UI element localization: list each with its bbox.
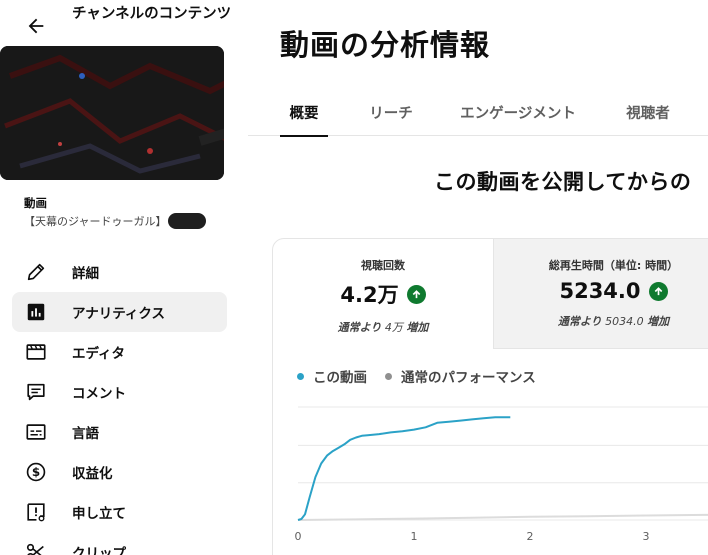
redaction-bar <box>168 213 207 229</box>
back-button[interactable] <box>22 12 50 40</box>
metric-value: 4.2万 <box>340 283 399 307</box>
comparison-prefix: 通常より <box>557 315 602 328</box>
chart-legend: この動画 通常のパフォーマンス <box>297 366 554 386</box>
film-editor-icon <box>24 340 48 364</box>
x-tick-label: 2 <box>527 530 534 543</box>
sidebar-item-label: クリップ <box>72 546 126 555</box>
sidebar-item-label: エディタ <box>72 346 126 362</box>
copyright-claim-icon <box>24 500 48 524</box>
metric-value-row: 4.2万 <box>273 279 493 309</box>
legend-dot <box>385 372 392 380</box>
x-tick-label: 0 <box>295 530 302 543</box>
sidebar-title: チャンネルのコンテンツ <box>72 6 232 22</box>
sidebar-nav: 詳細 アナリティクス エディタ コメント 言語 $ 収益化 申し立て クリップ <box>12 252 227 555</box>
pencil-icon <box>24 260 48 284</box>
metrics-card: 視聴回数 4.2万 通常より 4万 増加 総再生時間（単位: 時間） 5234.… <box>272 238 708 555</box>
metric-label: 総再生時間（単位: 時間） <box>548 259 679 272</box>
tab-reach[interactable]: リーチ <box>360 88 422 136</box>
video-title: 【天幕のジャードゥーガル】 <box>24 215 167 228</box>
metric-label: 視聴回数 <box>361 259 405 272</box>
svg-text:$: $ <box>32 465 40 479</box>
tab-bar: 概要 リーチ エンゲージメント 視聴者 <box>248 88 708 137</box>
sidebar-item-label: アナリティクス <box>72 306 166 322</box>
sidebar-item-editor[interactable]: エディタ <box>12 332 227 372</box>
trend-up-icon <box>406 284 426 304</box>
sidebar-item-clips[interactable]: クリップ <box>12 532 227 555</box>
sidebar-item-label: 言語 <box>72 426 99 442</box>
page-title: 動画の分析情報 <box>280 28 491 62</box>
section-heading: この動画を公開してからの <box>434 170 692 194</box>
legend-item-this-video: この動画 <box>297 366 367 386</box>
metric-value: 5234.0 <box>559 279 641 303</box>
sidebar-item-comments[interactable]: コメント <box>12 372 227 412</box>
legend-label: この動画 <box>313 370 367 386</box>
tab-audience[interactable]: 視聴者 <box>616 88 680 136</box>
sidebar-item-label: 収益化 <box>72 466 113 482</box>
x-tick-label: 3 <box>643 530 650 543</box>
series-line <box>297 513 708 521</box>
sidebar-item-claims[interactable]: 申し立て <box>12 492 227 532</box>
legend-item-typical: 通常のパフォーマンス <box>385 366 536 386</box>
tab-engagement[interactable]: エンゲージメント <box>453 88 583 136</box>
redaction-scribble <box>0 46 224 180</box>
main-panel: 動画の分析情報 概要 リーチ エンゲージメント 視聴者 この動画を公開してからの… <box>248 0 708 555</box>
sidebar-item-label: コメント <box>72 386 126 402</box>
comparison-suffix: 増加 <box>647 315 670 328</box>
metric-comparison: 通常より 4万 増加 <box>273 319 493 335</box>
comment-icon <box>24 380 48 404</box>
sidebar-item-label: 申し立て <box>72 506 126 522</box>
dollar-icon: $ <box>24 460 48 484</box>
comparison-amount: 4万 <box>384 321 403 334</box>
sidebar-item-analytics[interactable]: アナリティクス <box>12 292 227 332</box>
subtitles-icon <box>24 420 48 444</box>
line-chart: 0 1 2 3 <box>295 406 708 543</box>
video-thumbnail[interactable] <box>0 46 224 180</box>
comparison-amount: 5034.0 <box>605 315 644 328</box>
analytics-icon <box>24 300 48 324</box>
legend-dot <box>297 372 304 380</box>
sidebar-item-details[interactable]: 詳細 <box>12 252 227 292</box>
sidebar-item-monetization[interactable]: $ 収益化 <box>12 452 227 492</box>
metric-watch-time[interactable]: 総再生時間（単位: 時間） 5234.0 通常より 5034.0 増加 <box>493 239 708 349</box>
metric-comparison: 通常より 5034.0 増加 <box>494 313 708 329</box>
legend-label: 通常のパフォーマンス <box>401 370 536 386</box>
comparison-suffix: 増加 <box>406 321 429 334</box>
x-tick-label: 1 <box>411 530 418 543</box>
scissors-icon <box>24 540 48 555</box>
back-arrow-icon <box>28 18 44 34</box>
sidebar-item-language[interactable]: 言語 <box>12 412 227 452</box>
comparison-prefix: 通常より <box>337 321 382 334</box>
video-title-row: 【天幕のジャードゥーガル】 <box>24 213 207 229</box>
video-section-label: 動画 <box>24 196 47 210</box>
metric-views[interactable]: 視聴回数 4.2万 通常より 4万 増加 <box>273 239 493 349</box>
sidebar-item-label: 詳細 <box>72 266 99 282</box>
metric-value-row: 5234.0 <box>494 279 708 303</box>
trend-up-icon <box>648 281 668 301</box>
series-line <box>297 416 511 521</box>
sidebar: チャンネルのコンテンツ 動画 【天幕のジャードゥーガル】 詳細 アナリティクス … <box>0 0 248 555</box>
tab-overview[interactable]: 概要 <box>280 88 328 137</box>
